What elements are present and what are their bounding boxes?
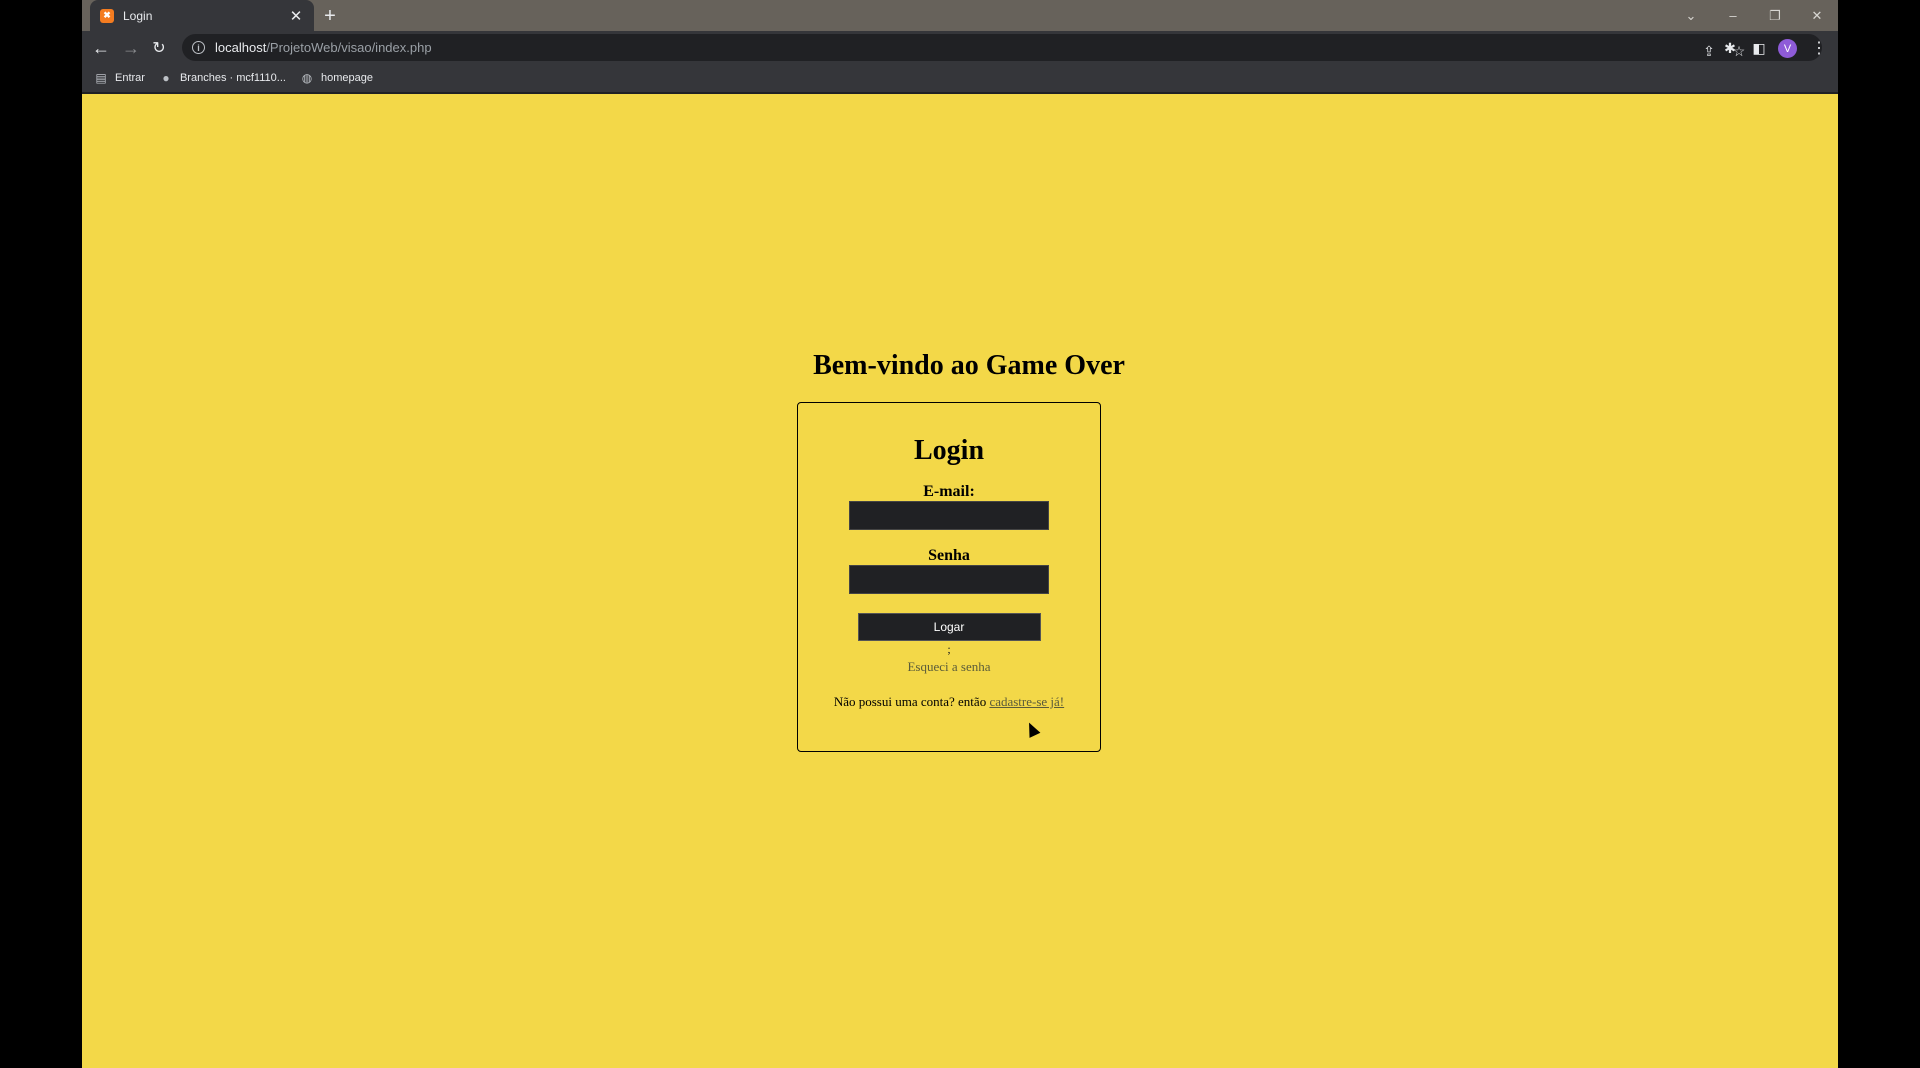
bookmark-page-icon: ▤: [95, 71, 107, 85]
xampp-icon: ✖: [100, 8, 114, 23]
login-title: Login: [913, 435, 985, 466]
tab-title: Login: [123, 8, 153, 23]
extensions-icon[interactable]: ✱: [1719, 37, 1741, 59]
forward-icon[interactable]: →: [118, 35, 144, 61]
tab-strip: ✖ Login ✕ + ⌄ – ❐ ✕: [82, 0, 1838, 31]
tab-close-icon[interactable]: ✕: [288, 7, 304, 25]
profile-avatar[interactable]: V: [1778, 39, 1797, 58]
restore-icon[interactable]: ❐: [1754, 8, 1796, 24]
browser-toolbar: ← → ↻ i localhost/ProjetoWeb/visao/index…: [82, 31, 1838, 64]
signup-prompt: Não possui uma conta? então cadastre-se …: [798, 694, 1100, 710]
bookmark-entrar[interactable]: ▤ Entrar: [94, 71, 145, 85]
menu-kebab-icon[interactable]: ⋮: [1808, 37, 1830, 59]
side-panel-icon[interactable]: ◧: [1748, 37, 1770, 59]
bookmark-label: homepage: [320, 72, 373, 84]
window-close-icon[interactable]: ✕: [1796, 8, 1838, 24]
bookmark-label: Entrar: [115, 72, 145, 84]
email-field[interactable]: [849, 501, 1049, 530]
page-content: Bem-vindo ao Game Over Login E-mail: Sen…: [82, 94, 1838, 1068]
email-label: E-mail:: [923, 483, 975, 500]
separator-text: ;: [947, 642, 951, 656]
github-icon: ●: [162, 71, 170, 85]
password-label: Senha: [928, 547, 970, 564]
signup-link[interactable]: cadastre-se já!: [989, 694, 1064, 709]
address-url[interactable]: localhost/ProjetoWeb/visao/index.php: [215, 40, 432, 55]
minimize-icon[interactable]: –: [1712, 8, 1754, 23]
window-controls: ⌄ – ❐ ✕: [1670, 0, 1838, 31]
reload-icon[interactable]: ↻: [146, 35, 172, 61]
login-button[interactable]: Logar: [857, 613, 1041, 641]
tab-login[interactable]: ✖ Login ✕: [90, 0, 314, 31]
back-icon[interactable]: ←: [88, 35, 114, 61]
address-bar[interactable]: i localhost/ProjetoWeb/visao/index.php ⇪…: [182, 34, 1822, 61]
new-tab-icon[interactable]: +: [318, 4, 342, 28]
bookmark-label: Branches · mcf1110...: [179, 72, 286, 84]
forgot-password-link[interactable]: Esqueci a senha: [798, 659, 1100, 675]
login-form: Login E-mail: Senha Logar ; Esqueci a se…: [797, 402, 1101, 752]
globe-icon: ◍: [301, 71, 313, 85]
password-field[interactable]: [849, 565, 1049, 594]
site-info-icon[interactable]: i: [192, 41, 205, 54]
bookmarks-bar: ▤ Entrar ● Branches · mcf1110... ◍ homep…: [82, 64, 1838, 93]
tab-search-icon[interactable]: ⌄: [1670, 8, 1712, 24]
bookmark-branches[interactable]: ● Branches · mcf1110...: [159, 71, 286, 85]
browser-window: ✖ Login ✕ + ⌄ – ❐ ✕ ← → ↻ i localhost/Pr…: [82, 0, 1838, 1068]
bookmark-homepage[interactable]: ◍ homepage: [300, 71, 373, 85]
signup-prefix: Não possui uma conta? então: [833, 694, 990, 709]
share-icon[interactable]: ⇪: [1698, 40, 1720, 62]
page-heading: Bem-vindo ao Game Over: [813, 350, 1125, 381]
